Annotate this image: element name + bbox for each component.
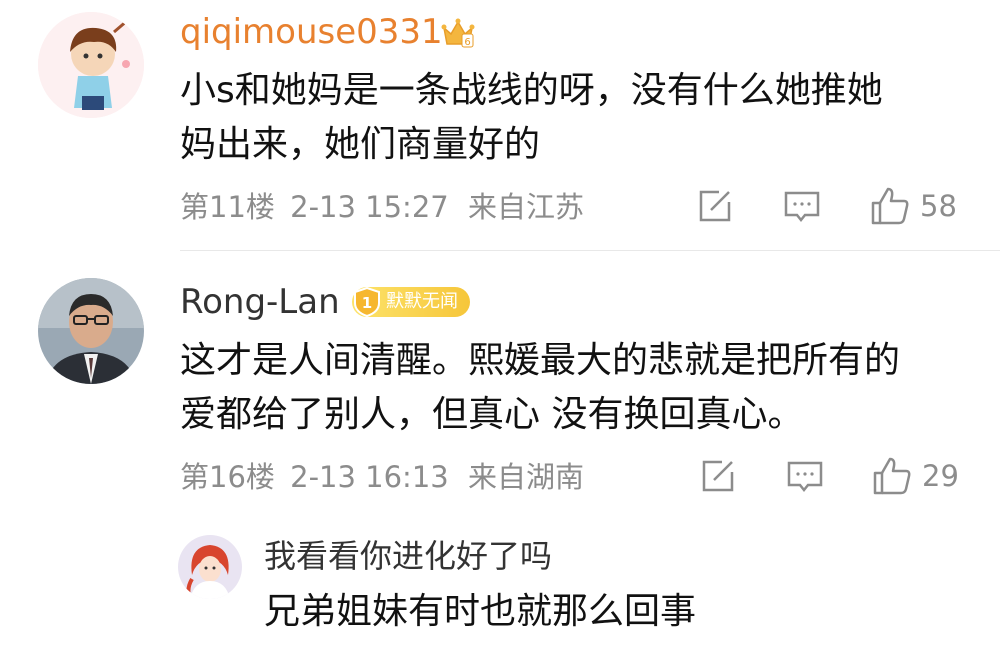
- edit-button[interactable]: [700, 458, 736, 494]
- floor-number: 第16楼: [180, 460, 275, 494]
- profile-photo-image: [38, 278, 144, 384]
- avatar[interactable]: [38, 278, 144, 384]
- level-badge: 1 默默无闻: [352, 287, 470, 317]
- comment-line: 这才是人间清醒。熙媛最大的悲就是把所有的: [180, 340, 901, 381]
- edit-button[interactable]: [697, 188, 733, 224]
- comment-meta: 第11楼 2-13 15:27 来自江苏: [180, 190, 584, 224]
- like-button[interactable]: 58: [870, 186, 957, 226]
- like-button[interactable]: 29: [872, 456, 959, 496]
- comment-line: 妈出来，她们商量好的: [180, 124, 541, 165]
- username[interactable]: Rong-Lan: [180, 282, 340, 322]
- like-count: 29: [922, 459, 959, 493]
- edit-icon: [699, 190, 731, 222]
- location: 来自湖南: [467, 460, 584, 494]
- comment-icon: [787, 461, 823, 493]
- comment-button[interactable]: [783, 190, 821, 224]
- timestamp: 2-13 16:13: [290, 460, 449, 494]
- reply-text: 兄弟姐妹有时也就那么回事: [264, 591, 697, 632]
- comment-text: 小s和她妈是一条战线的呀，没有什么她推她 妈出来，她们商量好的: [180, 64, 883, 172]
- location: 来自江苏: [467, 190, 584, 224]
- floor-number: 第11楼: [180, 190, 275, 224]
- timestamp: 2-13 15:27: [290, 190, 449, 224]
- svg-text:6: 6: [464, 37, 470, 48]
- comment-meta: 第16楼 2-13 16:13 来自湖南: [180, 460, 584, 494]
- comment-line: 爱都给了别人，但真心 没有换回真心。: [180, 394, 804, 435]
- cartoon-avatar-image: [178, 535, 242, 599]
- cartoon-avatar-image: [38, 12, 144, 118]
- comment-button[interactable]: [786, 460, 824, 494]
- thumbs-up-icon: [871, 187, 909, 225]
- crown-icon: 6: [440, 14, 476, 54]
- badge-label: 默默无闻: [386, 291, 458, 312]
- svg-text:1: 1: [362, 294, 372, 312]
- thumbs-up-icon: [873, 457, 911, 495]
- badge-shield-icon: 1: [354, 287, 380, 317]
- divider: [180, 250, 1000, 251]
- avatar[interactable]: [38, 12, 144, 118]
- avatar[interactable]: [178, 535, 242, 599]
- like-count: 58: [920, 189, 957, 223]
- edit-icon: [702, 460, 734, 492]
- comment-text: 这才是人间清醒。熙媛最大的悲就是把所有的 爱都给了别人，但真心 没有换回真心。: [180, 334, 900, 442]
- username[interactable]: qiqimouse0331: [180, 12, 443, 52]
- reply-username[interactable]: 我看看你进化好了吗: [264, 536, 552, 576]
- comment-icon: [784, 191, 820, 223]
- comment-line: 小s和她妈是一条战线的呀，没有什么她推她: [180, 70, 883, 111]
